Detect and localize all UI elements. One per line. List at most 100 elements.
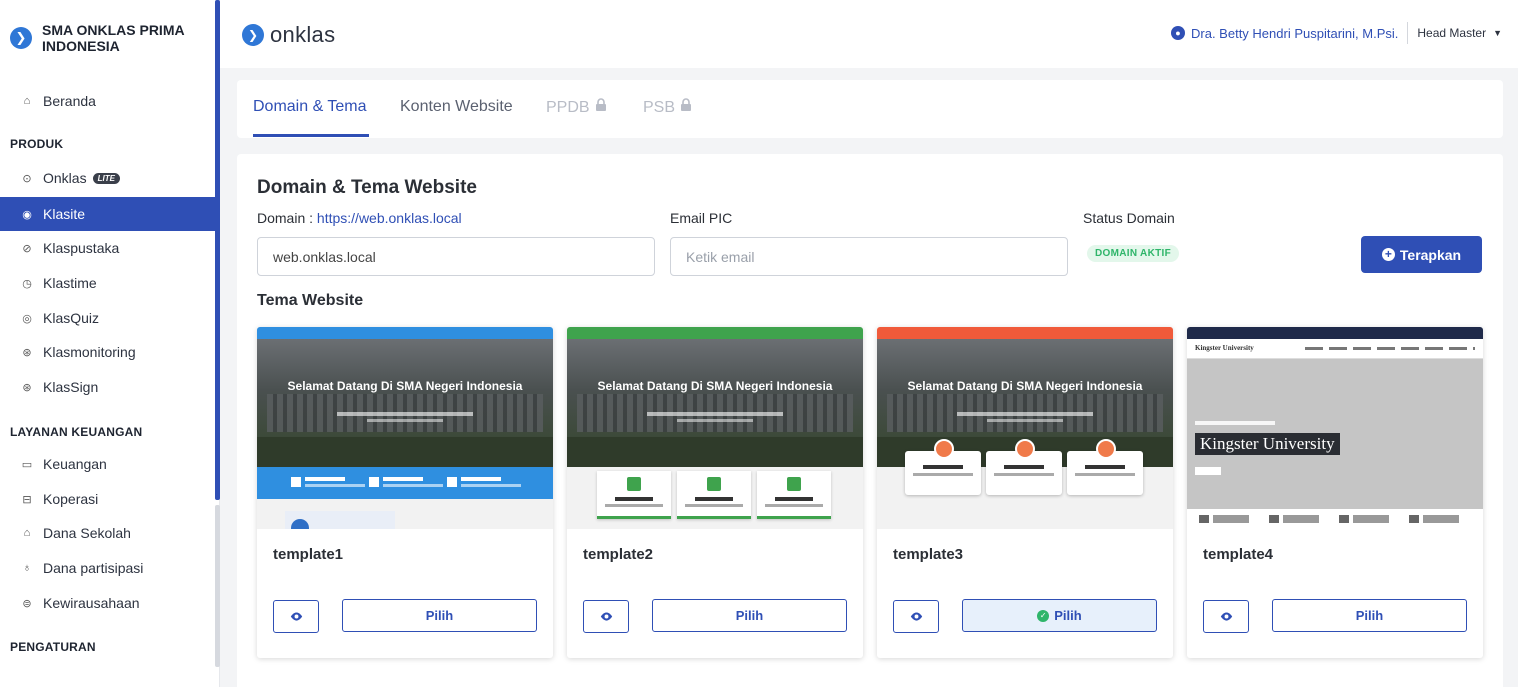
sidebar-item-label: KlasQuiz [43, 310, 100, 326]
section-heading-produk: PRODUK [10, 137, 64, 151]
eye-icon [600, 612, 612, 621]
sidebar-item-label: Klasite [43, 206, 86, 222]
sidebar-item-label: Onklas [43, 170, 87, 186]
tab-domain-tema[interactable]: Domain & Tema [253, 98, 367, 116]
template-preview[interactable]: Selamat Datang Di SMA Negeri Indonesia [567, 327, 863, 529]
eye-icon [910, 612, 922, 621]
template-preview[interactable]: Kingster University Kingster University [1187, 327, 1483, 529]
email-input[interactable] [670, 237, 1068, 276]
sidebar-scrollbar-thumb[interactable] [215, 0, 220, 500]
eye-icon [290, 612, 302, 621]
sidebar-scrollbar-track[interactable] [215, 505, 220, 667]
select-label: Pilih [1054, 608, 1082, 623]
store-icon: ⊟ [22, 493, 32, 506]
select-label: Pilih [1355, 608, 1384, 623]
preview-topbar [567, 327, 863, 339]
select-template-button[interactable]: Pilih [652, 599, 847, 632]
coin-icon: ⊜ [22, 597, 32, 610]
eye-icon [1220, 612, 1232, 621]
sidebar-item-klastime[interactable]: ◷ Klastime [0, 266, 215, 300]
user-menu[interactable]: ● Dra. Betty Hendri Puspitarini, M.Psi. … [1171, 22, 1502, 44]
sidebar-item-label: Beranda [43, 93, 96, 109]
sidebar-item-label: Klaspustaka [43, 240, 120, 256]
template-name: template4 [1203, 546, 1274, 563]
sidebar-item-klassign[interactable]: ⊛ KlasSign [0, 370, 215, 404]
app-name: onklas [270, 22, 336, 47]
sidebar-item-klasquiz[interactable]: ◎ KlasQuiz [0, 301, 215, 335]
circle-arrow-icon: ⊙ [22, 172, 32, 185]
tab-label: PSB [643, 99, 676, 116]
app-logo[interactable]: ❯ onklas [242, 22, 335, 48]
sidebar-item-keuangan[interactable]: ▭ Keuangan [0, 447, 215, 481]
template-preview[interactable]: Selamat Datang Di SMA Negeri Indonesia [257, 327, 553, 529]
divider [1407, 22, 1409, 44]
user-name: Dra. Betty Hendri Puspitarini, M.Psi. [1191, 25, 1399, 41]
tab-psb[interactable]: PSB [643, 98, 693, 117]
sidebar-item-dana-partisipasi[interactable]: ♁ Dana partisipasi [0, 551, 215, 585]
domain-theme-panel: Domain & Tema Website Domain : https://w… [237, 154, 1503, 687]
sidebar-item-klasmonitoring[interactable]: ⊛ Klasmonitoring [0, 335, 215, 369]
user-icon: ● [1171, 26, 1186, 40]
select-template-button[interactable]: Pilih [342, 599, 537, 632]
template-card: Selamat Datang Di SMA Negeri Indonesia t… [567, 327, 863, 658]
select-label: Pilih [735, 608, 764, 623]
lite-badge: LITE [92, 172, 120, 184]
book-icon: ⊘ [22, 242, 32, 255]
lock-icon [679, 98, 693, 116]
tab-ppdb[interactable]: PPDB [546, 98, 608, 117]
user-role: Head Master [1417, 26, 1487, 40]
section-heading-layanan-keuangan: LAYANAN KEUANGAN [10, 425, 143, 439]
domain-input[interactable] [257, 237, 655, 276]
check-circle-icon: ✓ [1037, 609, 1050, 622]
klasite-icon: ◉ [22, 208, 32, 221]
preview-feature-strip [257, 467, 553, 499]
preview-button[interactable] [273, 600, 319, 633]
wallet-icon: ▭ [21, 458, 33, 471]
template-preview[interactable]: Selamat Datang Di SMA Negeri Indonesia [877, 327, 1173, 529]
select-template-button[interactable]: ✓ Pilih [962, 599, 1157, 632]
status-badge: DOMAIN AKTIF [1087, 245, 1179, 262]
preview-topbar [257, 327, 553, 339]
select-template-button[interactable]: Pilih [1272, 599, 1467, 632]
preview-hero: Selamat Datang Di SMA Negeri Indonesia [567, 339, 863, 467]
topbar: ❯ onklas ● Dra. Betty Hendri Puspitarini… [220, 0, 1518, 68]
preview-button[interactable] [893, 600, 939, 633]
school-name: SMA ONKLAS PRIMA INDONESIA [42, 22, 185, 54]
preview-topbar [877, 327, 1173, 339]
sidebar-item-onklas[interactable]: ⊙ Onklas LITE [0, 161, 215, 195]
lock-icon [594, 98, 608, 116]
sidebar-item-label: Kewirausahaan [43, 595, 140, 611]
preview-nav: Kingster University [1187, 339, 1483, 359]
sign-icon: ⊛ [22, 381, 32, 394]
preview-brand: Kingster University [1195, 344, 1254, 352]
home-icon: ⌂ [23, 95, 31, 107]
tab-konten-website[interactable]: Konten Website [400, 98, 513, 116]
school-brand[interactable]: ❯ SMA ONKLAS PRIMA INDONESIA [0, 0, 219, 62]
sidebar-item-klaspustaka[interactable]: ⊘ Klaspustaka [0, 231, 215, 265]
preview-button[interactable] [583, 600, 629, 633]
chevron-down-icon: ▼ [1493, 28, 1502, 38]
sidebar-item-label: Koperasi [43, 491, 99, 507]
plus-circle-icon: + [1381, 248, 1395, 261]
sidebar-item-kewirausahaan[interactable]: ⊜ Kewirausahaan [0, 586, 215, 620]
preview-button[interactable] [1203, 600, 1249, 633]
page-title: Domain & Tema Website [257, 177, 477, 198]
sidebar-item-klasite[interactable]: ◉ Klasite [0, 197, 215, 231]
apply-button[interactable]: + Terapkan [1361, 236, 1482, 273]
quiz-icon: ◎ [22, 312, 32, 325]
sidebar-item-koperasi[interactable]: ⊟ Koperasi [0, 482, 215, 516]
select-label: Pilih [425, 608, 454, 623]
preview-hero-title: Kingster University [1195, 433, 1340, 455]
domain-label-text: Domain : [257, 210, 317, 226]
preview-topbar [1187, 327, 1483, 339]
bank-icon: ⌂ [23, 527, 31, 539]
sidebar-item-label: Keuangan [43, 456, 107, 472]
template-name: template3 [893, 546, 964, 563]
sidebar-item-beranda[interactable]: ⌂ Beranda [0, 84, 215, 118]
sidebar-item-dana-sekolah[interactable]: ⌂ Dana Sekolah [0, 516, 215, 550]
preview-hero: Kingster University [1187, 359, 1483, 509]
domain-link[interactable]: https://web.onklas.local [317, 210, 462, 226]
theme-section-title: Tema Website [257, 292, 364, 309]
section-heading-pengaturan: PENGATURAN [10, 640, 96, 654]
domain-label: Domain : https://web.onklas.local [257, 210, 462, 226]
